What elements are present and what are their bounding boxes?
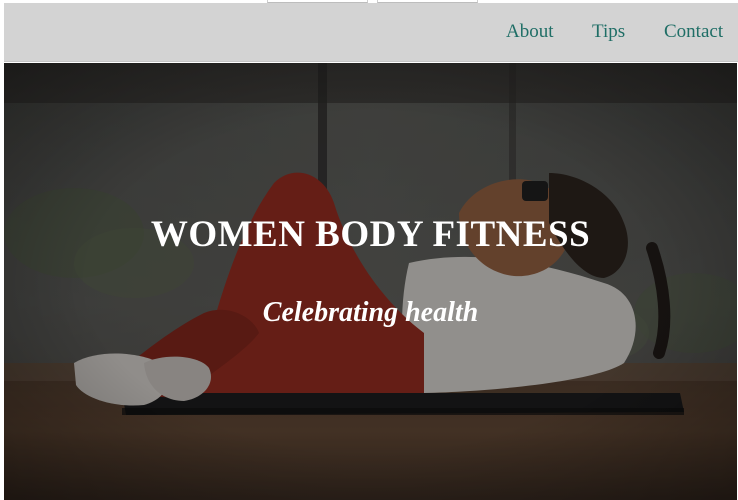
navbar: About Tips Contact — [4, 3, 738, 62]
hero-background-photo — [4, 63, 737, 500]
hero-title: WOMEN BODY FITNESS — [150, 214, 591, 255]
nav-link-about[interactable]: About — [506, 22, 554, 42]
hero-subtitle: Celebrating health — [262, 297, 479, 328]
nav-link-tips[interactable]: Tips — [592, 22, 625, 42]
nav-link-contact[interactable]: Contact — [664, 22, 723, 42]
page: About Tips Contact WOMEN BODY FITNESS Ce… — [0, 0, 738, 500]
hero-banner: WOMEN BODY FITNESS Celebrating health — [4, 63, 737, 500]
